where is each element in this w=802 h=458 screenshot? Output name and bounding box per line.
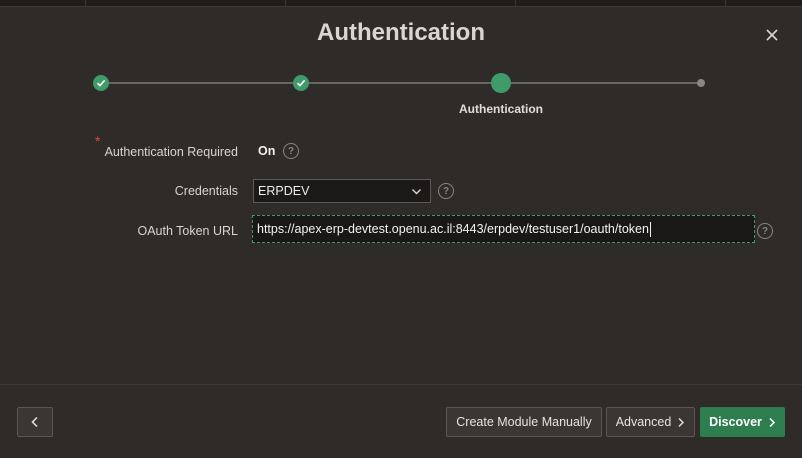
back-button[interactable]: [17, 407, 53, 437]
chevron-right-icon: [678, 417, 685, 427]
help-icon[interactable]: ?: [438, 183, 454, 199]
close-button[interactable]: [760, 23, 784, 47]
progress-track: [101, 82, 701, 84]
text-caret: [649, 221, 651, 237]
step-4-upcoming: [697, 79, 705, 87]
help-icon[interactable]: ?: [283, 143, 299, 159]
chevron-left-icon: [31, 416, 38, 428]
advanced-button[interactable]: Advanced: [606, 407, 695, 437]
discover-label: Discover: [709, 415, 762, 429]
auth-required-value: On: [258, 144, 276, 158]
current-step-label: Authentication: [459, 102, 543, 116]
dialog-title: Authentication: [317, 19, 485, 46]
credentials-selected-value: ERPDEV: [258, 184, 310, 198]
help-icon[interactable]: ?: [757, 223, 773, 239]
step-1-complete: [93, 75, 109, 91]
credentials-select[interactable]: ERPDEV: [253, 179, 431, 203]
close-icon: [766, 29, 778, 41]
credentials-label: Credentials: [174, 184, 238, 198]
check-icon: [296, 79, 306, 87]
auth-required-label: Authentication Required: [104, 145, 238, 159]
oauth-token-url-value: https://apex-erp-devtest.openu.ac.il:844…: [257, 222, 649, 236]
required-marker: *: [95, 133, 101, 149]
oauth-token-url-input[interactable]: https://apex-erp-devtest.openu.ac.il:844…: [252, 215, 755, 243]
chevron-down-icon: [412, 189, 421, 195]
step-2-complete: [293, 75, 309, 91]
oauth-token-url-label: OAuth Token URL: [137, 224, 238, 238]
discover-button[interactable]: Discover: [700, 407, 785, 437]
advanced-label: Advanced: [615, 415, 672, 429]
chevron-right-icon: [769, 417, 775, 427]
create-module-manually-button[interactable]: Create Module Manually: [446, 407, 602, 437]
step-3-current: [491, 73, 511, 93]
create-module-manually-label: Create Module Manually: [456, 415, 592, 429]
check-icon: [96, 79, 106, 87]
